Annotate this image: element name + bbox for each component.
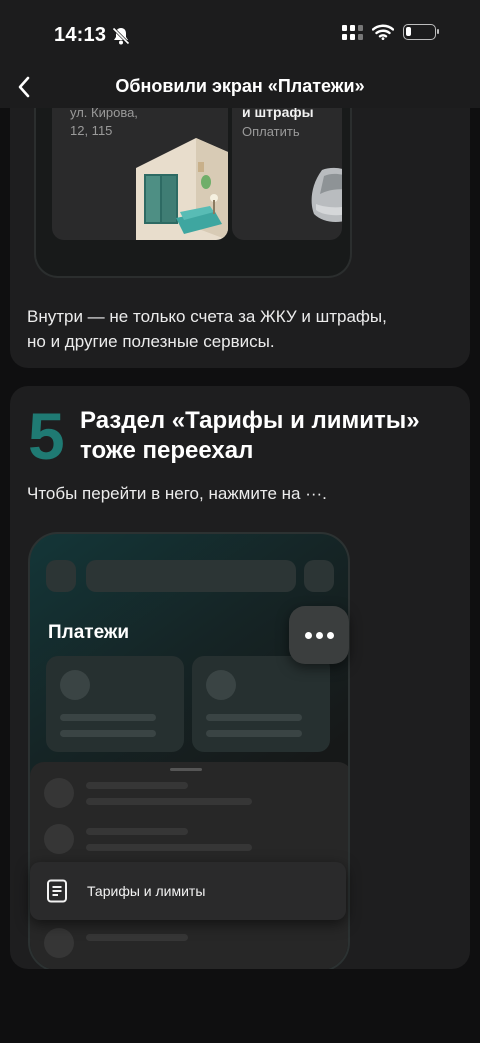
nav-bar: Обновили экран «Платежи» — [0, 66, 480, 108]
status-bar: 14:13 — [0, 0, 480, 66]
signal-icon — [342, 24, 363, 40]
step-number: 5 — [28, 399, 65, 473]
tariffs-limits-item[interactable]: Тарифы и лимиты — [30, 862, 346, 920]
placeholder-card — [46, 656, 184, 752]
intro-text: Внутри — не только счета за ЖКУ и штрафы… — [27, 307, 387, 351]
more-dots-icon[interactable] — [289, 606, 349, 664]
placeholder-search-pill — [86, 560, 296, 592]
step-description: Чтобы перейти в него, нажмите на ···. — [27, 484, 327, 503]
status-time: 14:13 — [54, 24, 107, 46]
document-icon — [47, 879, 67, 903]
tariffs-limits-label: Тарифы и лимиты — [87, 883, 206, 899]
bell-slash-icon — [112, 27, 130, 45]
room-illustration — [136, 138, 228, 240]
page-title: Обновили экран «Платежи» — [115, 76, 365, 96]
placeholder-card — [192, 656, 330, 752]
screen-title: Платежи — [48, 622, 130, 643]
pay-link: Оплатить — [242, 124, 300, 139]
utility-address: ул. Кирова, 12, 115 — [70, 105, 138, 138]
wifi-icon — [372, 24, 394, 40]
car-illustration — [311, 167, 342, 222]
sheet-handle — [170, 768, 202, 771]
placeholder-pill — [46, 560, 76, 592]
step-5-card: 5 Раздел «Тарифы и лимиты» тоже переехал… — [10, 386, 470, 969]
placeholder-pill — [304, 560, 334, 592]
step-title: Раздел «Тарифы и лимиты» тоже переехал — [80, 407, 420, 464]
intro-card: ул. Кирова, 12, 115 и штрафы Оплатить Вн… — [10, 66, 470, 368]
battery-icon — [403, 24, 439, 40]
